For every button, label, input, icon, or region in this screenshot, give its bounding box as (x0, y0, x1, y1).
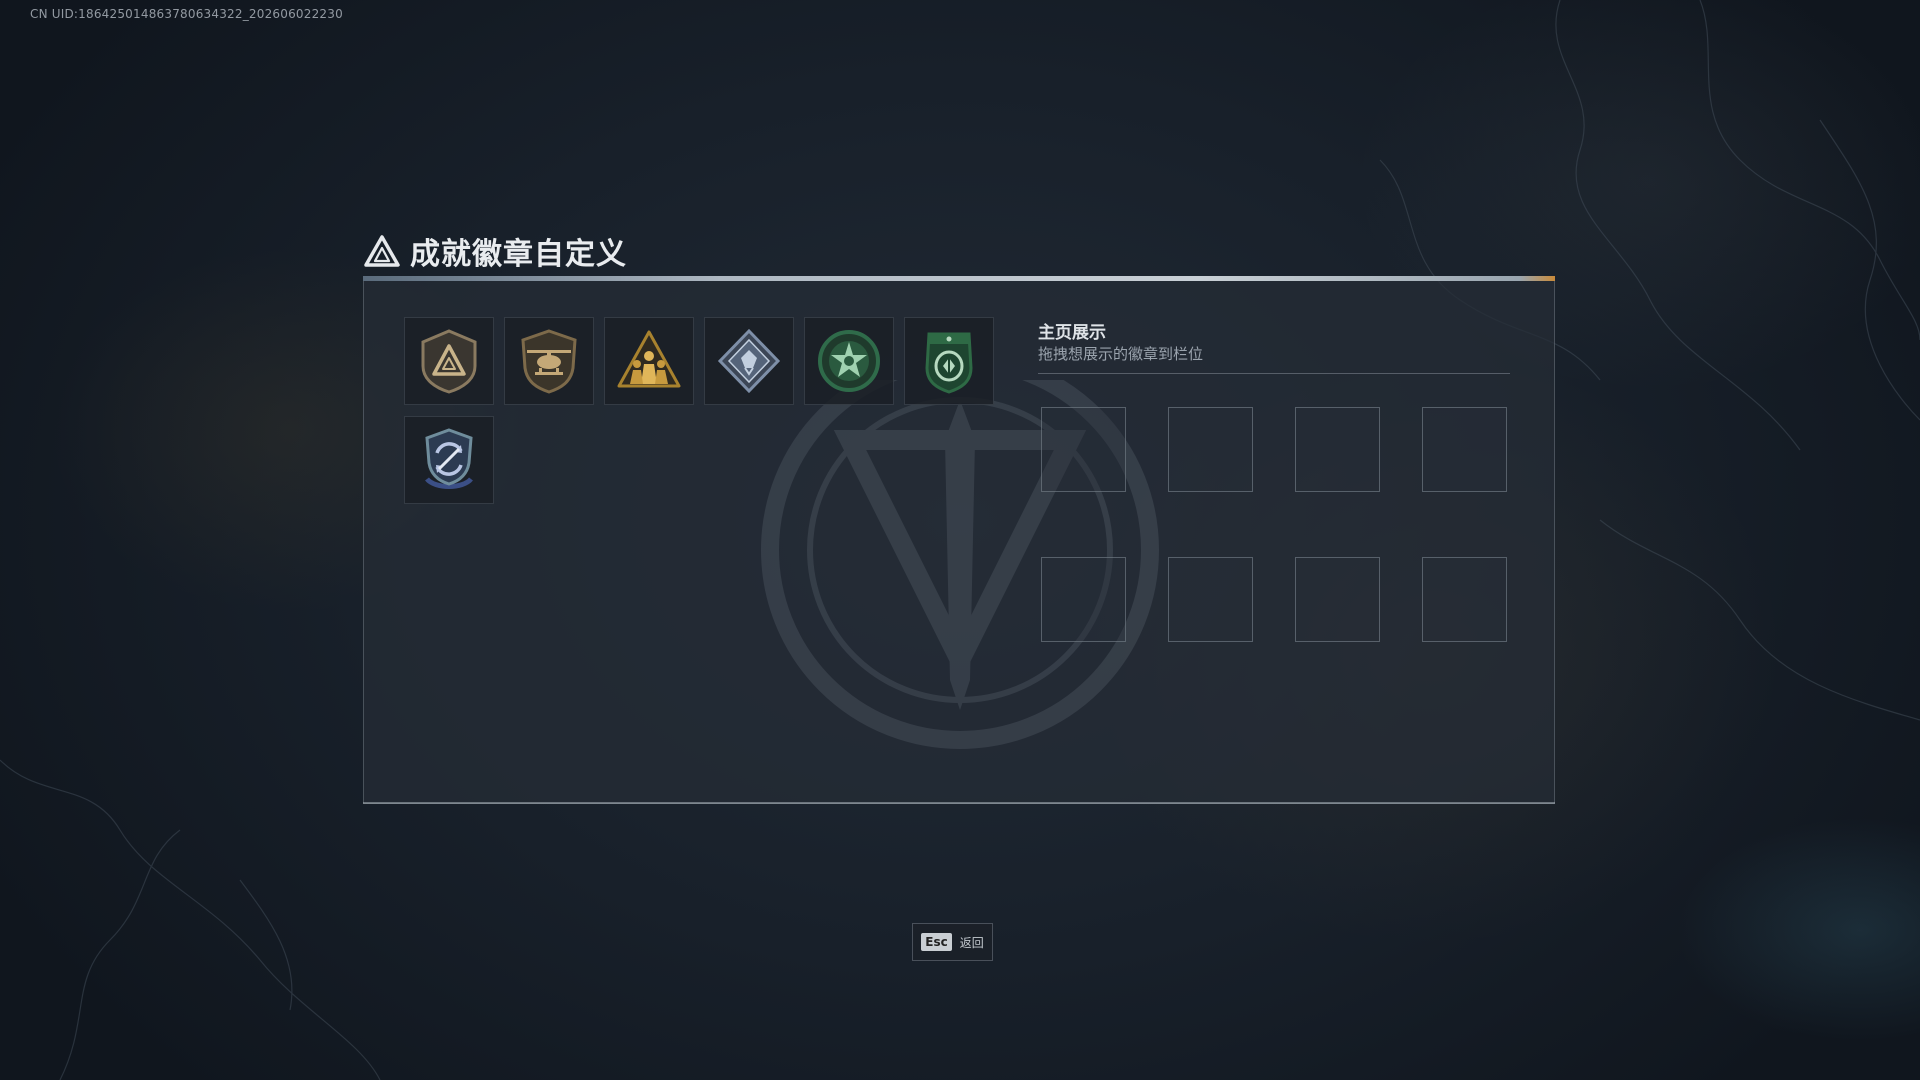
uid-watermark: CN UID:18642501486378063432​2_2026060222… (30, 7, 343, 21)
green-shield-badge-icon (925, 332, 973, 394)
badge-slot-triangle-shield[interactable] (404, 317, 494, 405)
display-section-subtitle: 拖拽想展示的徽章到栏位 (1038, 345, 1204, 363)
back-button[interactable]: Esc 返回 (912, 923, 993, 961)
display-section-title: 主页展示 (1038, 323, 1106, 343)
display-slot-8[interactable] (1422, 557, 1507, 642)
badge-slot-diamond-crystal[interactable] (704, 317, 794, 405)
display-slot-7[interactable] (1295, 557, 1380, 642)
diamond-crystal-badge-icon (717, 328, 781, 394)
page-title: 成就徽章自定义 (410, 237, 627, 272)
display-slot-3[interactable] (1295, 407, 1380, 492)
badge-slot-helicopter-shield[interactable] (504, 317, 594, 405)
back-button-label: 返回 (959, 935, 984, 950)
badge-slot-blue-cycle-shield[interactable] (404, 416, 494, 504)
badge-slot-soldiers-triangle[interactable] (604, 317, 694, 405)
badge-slot-green-shield[interactable] (904, 317, 994, 405)
blue-cycle-shield-badge-icon (425, 428, 473, 489)
display-slot-5[interactable] (1041, 557, 1126, 642)
helicopter-shield-badge-icon (521, 329, 577, 394)
owned-badge-grid (404, 317, 1004, 504)
display-slot-6[interactable] (1168, 557, 1253, 642)
display-slot-1[interactable] (1041, 407, 1126, 492)
panel-top-accent-line (363, 276, 1555, 281)
soldiers-triangle-badge-icon (617, 330, 681, 388)
esc-key-hint: Esc (921, 933, 952, 951)
triangle-shield-badge-icon (421, 329, 477, 394)
panel-bottom-line (363, 802, 1555, 804)
achievement-badge-screen: CN UID:18642501486378063432​2_2026060222… (0, 0, 1920, 1080)
homepage-display-section: 主页展示 拖拽想展示的徽章到栏位 (1038, 318, 1510, 374)
page-title-bar: 成就徽章自定义 (364, 226, 627, 276)
display-slot-4[interactable] (1422, 407, 1507, 492)
display-divider (1038, 373, 1510, 374)
display-slot-grid (1041, 407, 1509, 642)
badge-slot-green-star[interactable] (804, 317, 894, 405)
display-slot-2[interactable] (1168, 407, 1253, 492)
triangle-logo-icon (364, 235, 400, 267)
green-star-badge-icon (818, 330, 880, 392)
